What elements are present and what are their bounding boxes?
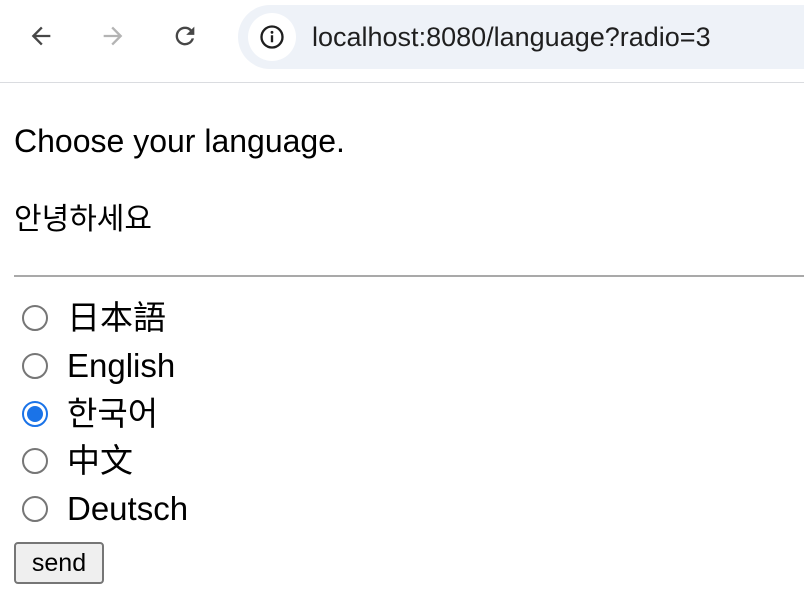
- reload-button[interactable]: [165, 16, 205, 56]
- back-arrow-icon: [31, 26, 51, 46]
- option-english[interactable]: English: [22, 344, 175, 388]
- option-chinese[interactable]: 中文: [22, 439, 133, 483]
- radio-selected-dot: [27, 406, 43, 422]
- option-label: 日本語: [67, 299, 166, 336]
- option-german[interactable]: Deutsch: [22, 487, 188, 531]
- radio-button[interactable]: [22, 401, 48, 427]
- send-button[interactable]: send: [14, 542, 104, 584]
- option-label: English: [67, 347, 176, 384]
- forward-arrow-icon: [103, 26, 123, 46]
- greeting-text: 안녕하세요: [14, 203, 152, 236]
- browser-toolbar: localhost:8080/language?radio=3: [0, 0, 804, 83]
- radio-button[interactable]: [22, 496, 48, 522]
- info-icon: [260, 25, 284, 49]
- option-label: 한국어: [67, 395, 159, 432]
- radio-button[interactable]: [22, 305, 48, 331]
- option-korean[interactable]: 한국어: [22, 392, 158, 436]
- radio-button[interactable]: [22, 448, 48, 474]
- radio-button[interactable]: [22, 353, 48, 379]
- address-bar[interactable]: localhost:8080/language?radio=3: [238, 5, 804, 69]
- option-label: Deutsch: [67, 490, 189, 527]
- page-prompt: Choose your language.: [14, 123, 345, 159]
- divider: [14, 275, 804, 277]
- back-button[interactable]: [21, 16, 61, 56]
- page-content: Choose your language. 안녕하세요 日本語 English …: [0, 84, 804, 612]
- forward-button[interactable]: [93, 16, 133, 56]
- reload-icon: [175, 26, 195, 46]
- option-label: 中文: [67, 442, 133, 479]
- url-text[interactable]: localhost:8080/language?radio=3: [312, 21, 711, 53]
- site-info-button[interactable]: [248, 13, 296, 61]
- option-japanese[interactable]: 日本語: [22, 296, 166, 340]
